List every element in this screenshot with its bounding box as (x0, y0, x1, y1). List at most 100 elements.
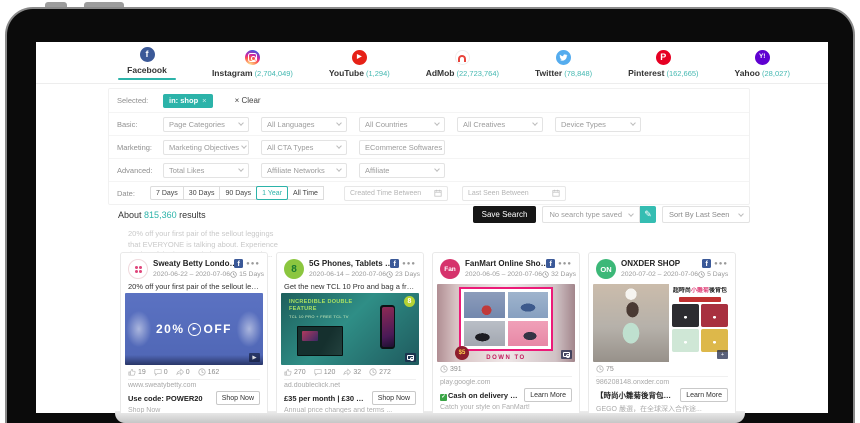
ad-text: 20% off your first pair of the sellout l… (128, 282, 260, 291)
duration: 32 Days (542, 271, 576, 278)
ad-card-sweaty-betty[interactable]: Sweaty Betty London | Wom... 2020-06-22 … (120, 252, 268, 413)
select-languages[interactable]: All Languages (261, 117, 347, 132)
chevron-down-icon (434, 166, 440, 172)
sort-dropdown[interactable]: Sort By Last Seen (662, 206, 750, 223)
date-range: 2020-06-22 – 2020-07-06 (153, 271, 230, 278)
date-range-segments: 7 Days 30 Days 90 Days 1 Year All Time (151, 186, 324, 200)
tab-count: (1,294) (366, 69, 390, 78)
video-type-icon: ▶ (249, 353, 260, 362)
filter-panel: Selected: in: shop × × Clear Basic: Page… (108, 88, 750, 205)
ad-image[interactable]: 20% ▶ OFF ▶ (125, 293, 263, 365)
date-90days-button[interactable]: 90 Days (219, 186, 257, 200)
chevron-down-icon (336, 143, 342, 149)
date-alltime-button[interactable]: All Time (287, 186, 324, 200)
card-menu-button[interactable]: ●●● (714, 261, 728, 267)
model-photo (593, 284, 669, 362)
ad-image[interactable]: INCREDIBLE DOUBLE FEATURE TCL 10 PRO + F… (281, 293, 419, 365)
chip-label: in: shop (169, 96, 198, 105)
select-creatives[interactable]: All Creatives (457, 117, 543, 132)
pinterest-glyph: P (660, 53, 666, 62)
duration: 5 Days (698, 271, 728, 278)
share-icon (343, 368, 351, 376)
shoe-collage (459, 287, 553, 351)
shop-now-button[interactable]: Shop Now (372, 391, 416, 405)
tab-admob[interactable]: AdMob(22,723,764) (426, 50, 499, 78)
comment-icon (154, 368, 162, 376)
tab-label: AdMob (426, 68, 455, 78)
play-button[interactable]: ▶ (188, 323, 201, 336)
card-menu-button[interactable]: ●●● (246, 261, 260, 267)
ad-card-fanmart[interactable]: Fan FanMart Online Shopping - F... 2020-… (432, 252, 580, 413)
tab-label: Instagram (212, 68, 253, 78)
save-search-button[interactable]: Save Search (473, 206, 537, 223)
created-time-between-input[interactable]: Created Time Between (344, 186, 448, 201)
last-seen-between-input[interactable]: Last Seen Between (462, 186, 566, 201)
date-1year-button[interactable]: 1 Year (256, 186, 288, 200)
yahoo-glyph: Y! (759, 54, 766, 61)
tab-facebook[interactable]: f Facebook (118, 47, 176, 81)
filter-chip-shop[interactable]: in: shop × (163, 94, 213, 108)
chevron-down-icon (336, 166, 342, 172)
saved-search-dropdown[interactable]: No search type saved (542, 206, 640, 223)
page-avatar: ON (596, 259, 616, 279)
ad-image-text: INCREDIBLE DOUBLE FEATURE TCL 10 PRO + F… (289, 299, 352, 320)
date-7days-button[interactable]: 7 Days (150, 186, 184, 200)
tab-pinterest[interactable]: P Pinterest(162,665) (628, 50, 698, 78)
ad-domain: 986208148.onxder.com (596, 379, 728, 386)
tab-twitter[interactable]: Twitter(78,848) (535, 50, 592, 78)
banner-graphic (679, 297, 721, 302)
select-marketing-objectives[interactable]: Marketing Objectives (163, 140, 249, 155)
learn-more-button[interactable]: Learn More (524, 388, 572, 402)
chevron-down-icon (444, 143, 445, 149)
selected-label: Selected: (117, 96, 151, 105)
tab-count: (162,665) (666, 69, 698, 78)
ad-card-onxder[interactable]: ON ONXDER SHOP 2020-07-02 – 2020-07-06 5… (588, 252, 736, 413)
marketing-label: Marketing: (117, 143, 151, 152)
learn-more-button[interactable]: Learn More (680, 388, 728, 402)
ad-card-5g-phones[interactable]: 8 5G Phones, Tablets & SIMs | ... 2020-0… (276, 252, 424, 413)
select-ecommerce-softwares[interactable]: ECommerce Softwares (359, 140, 445, 155)
select-cta-types[interactable]: All CTA Types (261, 140, 347, 155)
chevron-down-icon (336, 120, 342, 126)
date-range: 2020-06-05 – 2020-07-06 (465, 271, 542, 278)
tab-youtube[interactable]: ▶ YouTube(1,294) (329, 50, 390, 78)
ad-image[interactable]: 超時尚小雛菊後背包 + (593, 284, 731, 362)
calendar-icon (434, 189, 442, 197)
ad-image[interactable]: $5 DOWN TO (437, 284, 575, 362)
date-30days-button[interactable]: 30 Days (183, 186, 221, 200)
instagram-icon (245, 50, 260, 65)
youtube-icon: ▶ (352, 50, 367, 65)
tab-instagram[interactable]: Instagram(2,704,049) (212, 50, 293, 78)
phone-graphic (380, 305, 395, 349)
select-affiliate[interactable]: Affiliate (359, 163, 445, 178)
facebook-badge-icon: f (702, 259, 711, 268)
clear-filters-link[interactable]: × Clear (235, 96, 261, 105)
card-menu-button[interactable]: ●●● (402, 261, 416, 267)
select-countries[interactable]: All Countries (359, 117, 445, 132)
photo-type-icon (561, 350, 572, 359)
play-glyph: ▶ (357, 54, 362, 60)
date-range: 2020-06-14 – 2020-07-06 (309, 271, 386, 278)
facebook-badge-icon: f (234, 259, 243, 268)
ad-subline: Catch your style on FanMart! (440, 404, 572, 411)
marketing-row: Marketing: Marketing Objectives All CTA … (109, 135, 749, 158)
tab-yahoo[interactable]: Y! Yahoo(28,027) (735, 50, 790, 78)
ad-headline: ✓Cash on delivery ✓Days fr... (440, 390, 520, 401)
select-total-likes[interactable]: Total Likes (163, 163, 249, 178)
date-label: Date: (117, 189, 151, 198)
select-page-categories[interactable]: Page Categories (163, 117, 249, 132)
chip-remove-icon[interactable]: × (202, 96, 206, 105)
clock-icon (230, 271, 237, 278)
select-affiliate-networks[interactable]: Affiliate Networks (261, 163, 347, 178)
calendar-icon (552, 189, 560, 197)
ad-headline: £35 per month | £30 upfront | ... (284, 393, 368, 404)
facebook-glyph: f (146, 50, 149, 59)
tab-count: (28,027) (762, 69, 790, 78)
edit-saved-search-button[interactable]: ✎ (640, 206, 656, 223)
shop-now-button[interactable]: Shop Now (216, 391, 260, 405)
results-bar: About 815,360 results Save Search No sea… (36, 206, 750, 223)
active-tab-underline (118, 78, 176, 81)
card-menu-button[interactable]: ●●● (558, 261, 572, 267)
select-device-types[interactable]: Device Types (555, 117, 641, 132)
duration: 23 Days (386, 271, 420, 278)
